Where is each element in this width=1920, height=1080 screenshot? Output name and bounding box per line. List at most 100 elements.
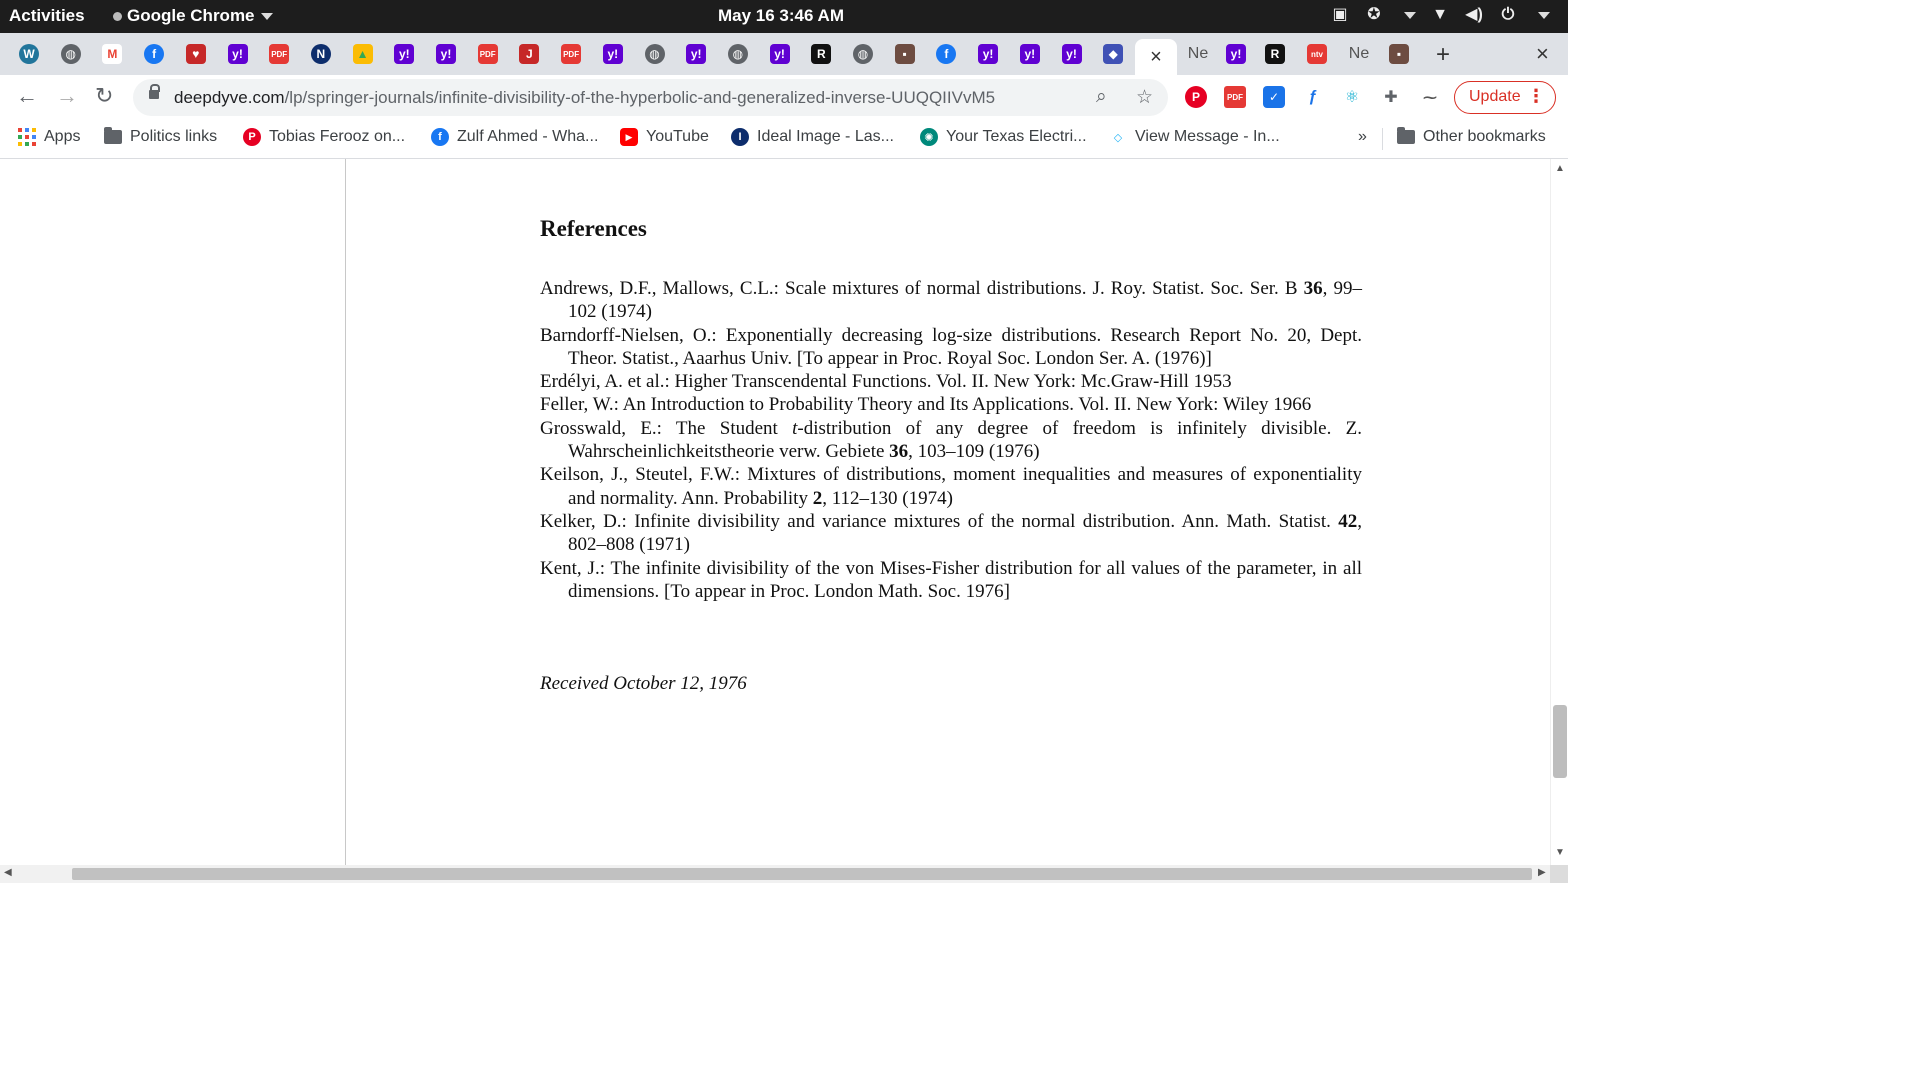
bookmark-label: Ideal Image - Las... bbox=[757, 128, 894, 145]
browser-tab[interactable]: f bbox=[136, 39, 172, 69]
folder-icon bbox=[1397, 127, 1415, 144]
facebook-icon: f bbox=[144, 44, 165, 64]
browser-tab[interactable]: y! bbox=[1218, 39, 1254, 69]
browser-tab[interactable]: ◍ bbox=[637, 39, 673, 69]
url-text[interactable]: deepdyve.com/lp/springer-journals/infini… bbox=[174, 88, 995, 108]
browser-tab[interactable]: R bbox=[803, 39, 839, 69]
browser-tab[interactable]: ▪ bbox=[887, 39, 923, 69]
browser-tab[interactable]: y! bbox=[1054, 39, 1090, 69]
browser-tab[interactable]: Ne bbox=[1341, 39, 1377, 69]
more-menu-icon[interactable]: ⋮ bbox=[1527, 86, 1545, 107]
globe-icon: ◍ bbox=[727, 44, 748, 64]
horizontal-scrollbar[interactable]: ◀ ▶ bbox=[0, 865, 1550, 883]
bookmark-item[interactable]: f Zulf Ahmed - Wha... bbox=[431, 128, 598, 146]
browser-tab[interactable]: Ne bbox=[1180, 39, 1216, 69]
system-tray[interactable]: ▣ ✪ ▼ ◀) ⏻ bbox=[1330, 5, 1550, 25]
puzzle-extensions-icon[interactable]: ✚ bbox=[1380, 86, 1402, 108]
browser-tab[interactable]: y! bbox=[386, 39, 422, 69]
bookmark-item[interactable]: Politics links bbox=[104, 127, 217, 146]
clock[interactable]: May 16 3:46 AM bbox=[718, 6, 844, 26]
chrome-icon bbox=[113, 12, 122, 22]
vertical-scrollbar[interactable]: ▲ ▼ bbox=[1550, 159, 1569, 865]
browser-tab[interactable]: ◆ bbox=[1095, 39, 1131, 69]
vertical-scroll-thumb[interactable] bbox=[1553, 705, 1567, 778]
pdf-extension-icon[interactable]: PDF bbox=[1224, 86, 1246, 108]
profile-icon[interactable]: ⁓ bbox=[1419, 86, 1441, 108]
close-window-button[interactable]: × bbox=[1536, 41, 1549, 67]
app-menu[interactable]: Google Chrome bbox=[113, 6, 273, 26]
pdf-icon: PDF bbox=[561, 44, 582, 64]
back-button[interactable]: ← bbox=[16, 83, 38, 109]
reference-text: , 103–109 (1976) bbox=[908, 441, 1040, 463]
browser-tab[interactable]: y! bbox=[220, 39, 256, 69]
browser-tab[interactable]: ntv bbox=[1299, 39, 1335, 69]
browser-tab[interactable]: M bbox=[94, 39, 130, 69]
bookmark-item[interactable]: ✺ Your Texas Electri... bbox=[920, 128, 1087, 146]
screen-icon[interactable]: ▣ bbox=[1330, 5, 1350, 25]
references-heading: References bbox=[540, 216, 647, 241]
checklist-extension-icon[interactable]: ✓ bbox=[1263, 86, 1285, 108]
browser-tab[interactable]: y! bbox=[428, 39, 464, 69]
update-button[interactable]: Update ⋮ bbox=[1454, 81, 1556, 114]
browser-tab[interactable]: PDF bbox=[553, 39, 589, 69]
wifi-icon: ▼ bbox=[1432, 6, 1448, 23]
pinterest-icon: P bbox=[243, 128, 261, 146]
browser-tab[interactable]: W bbox=[11, 39, 47, 69]
close-tab-icon[interactable]: × bbox=[1150, 46, 1162, 69]
feather-extension-icon[interactable]: ƒ bbox=[1302, 86, 1324, 108]
bookmark-apps[interactable]: Apps bbox=[18, 128, 80, 146]
active-tab[interactable]: × bbox=[1135, 39, 1177, 75]
browser-tab[interactable]: PDF bbox=[470, 39, 506, 69]
reference-entry: Kelker, D.: Infinite divisibility and va… bbox=[540, 510, 1362, 557]
reference-entry: Andrews, D.F., Mallows, C.L.: Scale mixt… bbox=[540, 277, 1362, 324]
browser-tab[interactable]: ▲ bbox=[345, 39, 381, 69]
globe-icon: ◍ bbox=[644, 44, 665, 64]
browser-tab[interactable]: ◍ bbox=[53, 39, 89, 69]
browser-tab[interactable]: N bbox=[303, 39, 339, 69]
browser-tab[interactable]: J bbox=[511, 39, 547, 69]
browser-tab[interactable]: y! bbox=[970, 39, 1006, 69]
volume-icon: ◀) bbox=[1465, 6, 1483, 23]
scroll-left-arrow-icon[interactable]: ◀ bbox=[4, 867, 12, 878]
bookmark-item[interactable]: ◇ View Message - In... bbox=[1109, 128, 1280, 146]
bookmark-item[interactable]: ▶ YouTube bbox=[620, 128, 709, 146]
browser-tab[interactable]: y! bbox=[762, 39, 798, 69]
browser-tab[interactable]: ♥ bbox=[178, 39, 214, 69]
bookmark-item[interactable]: I Ideal Image - Las... bbox=[731, 128, 894, 146]
lock-icon[interactable] bbox=[149, 84, 160, 99]
drive-icon: ▲ bbox=[352, 44, 373, 64]
new-tab-button[interactable]: + bbox=[1436, 41, 1450, 69]
reload-button[interactable]: ↻ bbox=[95, 83, 113, 109]
app-name: Google Chrome bbox=[127, 6, 255, 25]
browser-tab[interactable]: ▪ bbox=[1381, 39, 1417, 69]
browser-tab[interactable]: PDF bbox=[261, 39, 297, 69]
activities-button[interactable]: Activities bbox=[9, 6, 85, 26]
accessibility-icon[interactable]: ✪ bbox=[1364, 5, 1384, 25]
n-icon: N bbox=[310, 44, 331, 64]
browser-tab[interactable]: ◍ bbox=[720, 39, 756, 69]
browser-tab[interactable]: f bbox=[928, 39, 964, 69]
zoom-icon[interactable]: ⌕ bbox=[1096, 86, 1107, 108]
bookmark-star-icon[interactable]: ☆ bbox=[1136, 86, 1153, 109]
horizontal-scroll-thumb[interactable] bbox=[72, 868, 1532, 880]
other-bookmarks[interactable]: Other bookmarks bbox=[1397, 127, 1546, 146]
reference-text: Erdélyi, A. et al.: Higher Transcendenta… bbox=[540, 371, 1232, 393]
react-extension-icon[interactable]: ⚛ bbox=[1341, 86, 1363, 108]
bookmarks-bar: Apps Politics links P Tobias Ferooz on... f… bbox=[0, 120, 1568, 159]
browser-tab[interactable]: y! bbox=[595, 39, 631, 69]
bookmarks-overflow-button[interactable]: » bbox=[1358, 128, 1367, 146]
address-bar[interactable]: deepdyve.com/lp/springer-journals/infini… bbox=[133, 79, 1168, 116]
scroll-up-arrow-icon[interactable]: ▲ bbox=[1555, 163, 1565, 174]
browser-tab[interactable]: R bbox=[1257, 39, 1293, 69]
browser-tab[interactable]: y! bbox=[1012, 39, 1048, 69]
forward-button[interactable]: → bbox=[56, 83, 78, 109]
scroll-right-arrow-icon[interactable]: ▶ bbox=[1538, 867, 1546, 878]
power-icon: ⏻ bbox=[1501, 6, 1515, 23]
pinterest-extension-icon[interactable]: P bbox=[1185, 86, 1207, 108]
scroll-down-arrow-icon[interactable]: ▼ bbox=[1555, 847, 1565, 858]
browser-tab[interactable]: y! bbox=[678, 39, 714, 69]
browser-tab[interactable]: ◍ bbox=[845, 39, 881, 69]
volume-number: 36 bbox=[1303, 278, 1323, 299]
reference-entry: Barndorff-Nielsen, O.: Exponentially dec… bbox=[540, 324, 1362, 371]
bookmark-item[interactable]: P Tobias Ferooz on... bbox=[243, 128, 405, 146]
